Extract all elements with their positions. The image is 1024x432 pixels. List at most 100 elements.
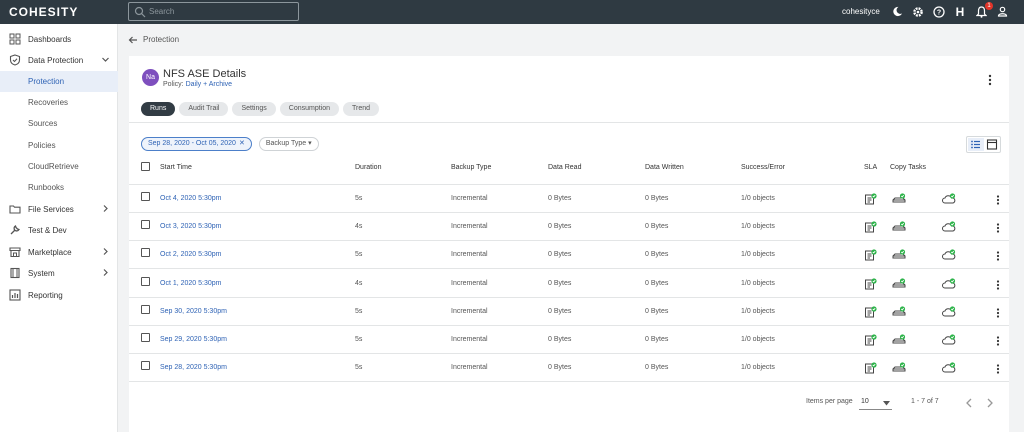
sla-met-icon[interactable] [864, 277, 878, 290]
row-checkbox[interactable] [141, 333, 150, 342]
archive-success-icon[interactable] [892, 193, 906, 205]
row-more-icon[interactable] [995, 279, 1001, 291]
sidebar-item-cloudretrieve[interactable]: CloudRetrieve [0, 156, 118, 177]
page-title: NFS ASE Details [163, 68, 247, 80]
cloud-success-icon[interactable] [942, 277, 956, 290]
cloud-success-icon[interactable] [942, 362, 956, 374]
tab-audit-trail[interactable]: Audit Trail [179, 102, 229, 116]
policy-link[interactable]: Daily + Archive [186, 81, 233, 88]
sidebar-item-system[interactable]: System [0, 263, 118, 284]
sla-met-icon[interactable] [864, 221, 878, 233]
chevron-left-icon[interactable] [964, 397, 974, 409]
row-checkbox[interactable] [141, 276, 150, 286]
sidebar-item-marketplace[interactable]: Marketplace [0, 242, 118, 263]
tab-runs[interactable]: Runs [141, 102, 176, 116]
archive-success-icon[interactable] [892, 306, 906, 318]
archive-success-icon[interactable] [892, 334, 906, 346]
start-time-link[interactable]: Oct 1, 2020 5:30pm [160, 280, 221, 287]
tab-trend[interactable]: Trend [343, 102, 380, 116]
row-checkbox[interactable] [141, 220, 150, 230]
start-time-link[interactable]: Sep 28, 2020 5:30pm [160, 364, 227, 371]
backup-type-filter[interactable]: Backup Type ▾ [258, 137, 319, 151]
tab-settings[interactable]: Settings [232, 102, 276, 116]
row-checkbox[interactable] [141, 304, 150, 314]
username[interactable]: cohesityce [842, 7, 880, 16]
table-row[interactable]: Sep 30, 2020 5:30pm 5s Incremental 0 Bytes 0… [129, 298, 1009, 326]
avatar: Na [142, 69, 159, 86]
sidebar-item-sources[interactable]: Sources [0, 113, 118, 134]
row-more-icon[interactable] [995, 222, 1001, 234]
cloud-success-icon[interactable] [942, 334, 956, 346]
cloud-success-icon[interactable] [942, 249, 956, 261]
sidebar-item-policies[interactable]: Policies [0, 135, 118, 156]
table-row[interactable]: Oct 1, 2020 5:30pm 4s Incremental 0 Bytes 0 … [129, 270, 1009, 298]
items-per-page-select[interactable]: 10 [861, 398, 869, 405]
data-read-cell: 0 Bytes [548, 223, 572, 231]
moon-icon[interactable] [890, 4, 904, 19]
start-time-link[interactable]: Oct 2, 2020 5:30pm [160, 251, 221, 258]
table-row[interactable]: Oct 3, 2020 5:30pm 4s Incremental 0 Bytes 0 … [129, 213, 1009, 242]
sidebar-item-recoveries[interactable]: Recoveries [0, 92, 118, 113]
table-row[interactable]: Oct 2, 2020 5:30pm 5s Incremental 0 Bytes 0 … [129, 241, 1009, 270]
row-more-icon[interactable] [995, 307, 1001, 319]
sla-met-icon[interactable] [864, 334, 878, 346]
sla-met-icon[interactable] [864, 193, 878, 205]
sidebar-item-data-protection[interactable]: Data Protection [0, 50, 118, 71]
row-more-icon[interactable] [995, 363, 1001, 375]
tab-consumption[interactable]: Consumption [279, 102, 340, 116]
cloud-success-icon[interactable] [942, 193, 956, 205]
row-more-icon[interactable] [995, 250, 1001, 262]
help-circle-icon[interactable]: ? [932, 4, 946, 19]
sidebar-item-dashboards[interactable]: Dashboards [0, 29, 118, 50]
sidebar-item-protection[interactable]: Protection [0, 71, 118, 92]
sidebar-item-file-services[interactable]: File Services [0, 199, 118, 220]
archive-success-icon[interactable] [892, 362, 906, 374]
cloud-success-icon[interactable] [942, 221, 956, 233]
user-icon[interactable] [995, 4, 1009, 19]
cloud-success-icon[interactable] [942, 306, 956, 318]
search-box[interactable] [128, 2, 299, 21]
sidebar-item-reporting[interactable]: Reporting [0, 285, 118, 306]
close-icon[interactable]: ✕ [239, 140, 245, 147]
column-header-start-time[interactable]: Start Time [160, 164, 192, 171]
chevron-right-icon[interactable] [985, 397, 995, 409]
arrow-left-icon[interactable] [128, 35, 138, 45]
row-more-icon[interactable] [995, 194, 1001, 206]
search-input[interactable] [149, 5, 289, 18]
column-header-data-written[interactable]: Data Written [645, 164, 684, 171]
column-header-backup-type[interactable]: Backup Type [451, 164, 491, 171]
list-view-button[interactable] [968, 138, 984, 151]
row-checkbox[interactable] [141, 248, 150, 258]
table-row[interactable]: Oct 4, 2020 5:30pm 5s Incremental 0 Bytes 0 … [129, 185, 1009, 213]
calendar-view-button[interactable] [984, 138, 1000, 151]
gear-icon[interactable] [911, 4, 925, 19]
archive-success-icon[interactable] [892, 221, 906, 233]
date-range-chip[interactable]: Sep 28, 2020 - Oct 05, 2020 ✕ [141, 137, 252, 151]
cohesity-logo[interactable]: COHESITY [9, 5, 78, 19]
table-row[interactable]: Sep 28, 2020 5:30pm 5s Incremental 0 Bytes 0… [129, 354, 1009, 383]
archive-success-icon[interactable] [892, 277, 906, 290]
start-time-link[interactable]: Oct 4, 2020 5:30pm [160, 195, 221, 202]
start-time-link[interactable]: Sep 30, 2020 5:30pm [160, 308, 227, 315]
sidebar-item-runbooks[interactable]: Runbooks [0, 177, 118, 198]
sla-met-icon[interactable] [864, 306, 878, 318]
row-checkbox[interactable] [141, 361, 150, 371]
back-link[interactable]: Protection [143, 35, 179, 44]
column-header-duration[interactable]: Duration [355, 164, 381, 171]
h-icon[interactable]: H [953, 4, 967, 19]
column-header-success-error[interactable]: Success/Error [741, 164, 785, 171]
sla-met-icon[interactable] [864, 362, 878, 374]
row-checkbox[interactable] [141, 192, 150, 201]
start-time-link[interactable]: Oct 3, 2020 5:30pm [160, 223, 221, 230]
sidebar-item-label: System [28, 269, 55, 278]
select-all-checkbox[interactable] [141, 162, 150, 171]
archive-success-icon[interactable] [892, 249, 906, 261]
sla-met-icon[interactable] [864, 249, 878, 261]
table-row[interactable]: Sep 29, 2020 5:30pm 5s Incremental 0 Bytes 0… [129, 326, 1009, 354]
more-vert-icon[interactable] [985, 73, 995, 87]
row-more-icon[interactable] [995, 335, 1001, 347]
column-header-data-read[interactable]: Data Read [548, 164, 581, 171]
start-time-link[interactable]: Sep 29, 2020 5:30pm [160, 336, 227, 343]
sidebar-item-test-dev[interactable]: Test & Dev [0, 220, 118, 241]
caret-down-icon[interactable] [883, 401, 890, 406]
